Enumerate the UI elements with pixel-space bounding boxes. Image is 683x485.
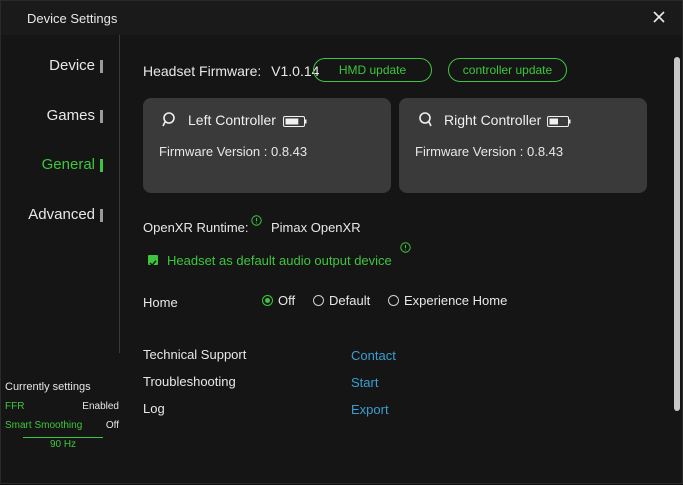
hmd-update-button[interactable]: HMD update bbox=[313, 58, 432, 82]
nav-indicator bbox=[100, 60, 103, 73]
sidebar-item-games[interactable]: Games bbox=[46, 107, 103, 124]
radio-label: Default bbox=[329, 293, 371, 308]
title-bar: Device Settings bbox=[1, 1, 682, 35]
setting-key: Smart Smoothing bbox=[5, 420, 83, 431]
general-settings-main: Headset Firmware: V1.0.14 HMD update con… bbox=[143, 35, 663, 485]
controller-update-button[interactable]: controller update bbox=[448, 58, 567, 82]
start-link[interactable]: Start bbox=[351, 375, 378, 390]
setting-value: Off bbox=[105, 420, 119, 431]
current-settings-title: Currently settings bbox=[5, 381, 91, 393]
radio-label: Off bbox=[278, 293, 296, 308]
headset-firmware: Headset Firmware: V1.0.14 bbox=[143, 63, 319, 79]
radio-button[interactable] bbox=[262, 295, 273, 306]
radio-button[interactable] bbox=[313, 295, 324, 306]
setting-key: FFR bbox=[5, 401, 25, 412]
radio-label: Experience Home bbox=[404, 293, 508, 308]
sidebar-item-general[interactable]: General bbox=[41, 156, 103, 173]
headset-firmware-label: Headset Firmware: bbox=[143, 63, 262, 79]
check-icon bbox=[149, 260, 157, 267]
info-icon[interactable] bbox=[251, 215, 262, 226]
home-option-default[interactable]: Default bbox=[313, 293, 370, 308]
sidebar-item-label: Games bbox=[46, 107, 95, 124]
radio-button[interactable] bbox=[388, 295, 399, 306]
left-controller-name: Left Controller bbox=[188, 112, 276, 128]
sidebar-item-advanced[interactable]: Advanced bbox=[28, 206, 103, 223]
sidebar-divider bbox=[119, 35, 120, 353]
battery-icon bbox=[547, 116, 571, 127]
device-settings-window: Device Settings Device Games General Adv… bbox=[0, 0, 683, 484]
right-controller-name: Right Controller bbox=[444, 112, 542, 128]
left-controller-firmware: Firmware Version : 0.8.43 bbox=[159, 144, 308, 159]
openxr-runtime-label: OpenXR Runtime: bbox=[143, 220, 249, 235]
battery-icon bbox=[283, 116, 307, 127]
controller-icon bbox=[162, 112, 175, 127]
sidebar-item-label: General bbox=[41, 156, 95, 173]
window-title: Device Settings bbox=[27, 11, 118, 26]
scrollbar[interactable] bbox=[674, 57, 680, 411]
left-controller-card: Left Controller Firmware Version : 0.8.4… bbox=[143, 98, 391, 193]
technical-support-label: Technical Support bbox=[143, 347, 247, 362]
right-controller-firmware: Firmware Version : 0.8.43 bbox=[415, 144, 564, 159]
contact-link[interactable]: Contact bbox=[351, 348, 396, 363]
sidebar-item-label: Device bbox=[49, 57, 95, 74]
log-label: Log bbox=[143, 401, 165, 416]
sidebar: Device Games General Advanced bbox=[1, 35, 119, 485]
right-controller-card: Right Controller Firmware Version : 0.8.… bbox=[399, 98, 647, 193]
nav-indicator bbox=[100, 110, 103, 123]
export-link[interactable]: Export bbox=[351, 402, 389, 417]
home-label: Home bbox=[143, 295, 178, 310]
close-icon[interactable] bbox=[650, 8, 668, 26]
home-option-experience-home[interactable]: Experience Home bbox=[388, 293, 507, 308]
sidebar-item-device[interactable]: Device bbox=[49, 57, 103, 74]
openxr-runtime-value: Pimax OpenXR bbox=[271, 220, 361, 235]
audio-default-label[interactable]: Headset as default audio output device bbox=[167, 253, 392, 268]
refresh-divider bbox=[23, 437, 103, 438]
setting-value: Enabled bbox=[82, 401, 119, 412]
troubleshooting-label: Troubleshooting bbox=[143, 374, 236, 389]
controller-icon bbox=[419, 112, 432, 127]
sidebar-item-label: Advanced bbox=[28, 206, 95, 223]
audio-default-checkbox[interactable] bbox=[148, 255, 158, 267]
refresh-rate: 90 Hz bbox=[49, 439, 77, 450]
home-option-off[interactable]: Off bbox=[262, 293, 295, 308]
nav-indicator bbox=[100, 159, 103, 172]
nav-indicator bbox=[100, 209, 103, 222]
info-icon[interactable] bbox=[400, 242, 411, 253]
